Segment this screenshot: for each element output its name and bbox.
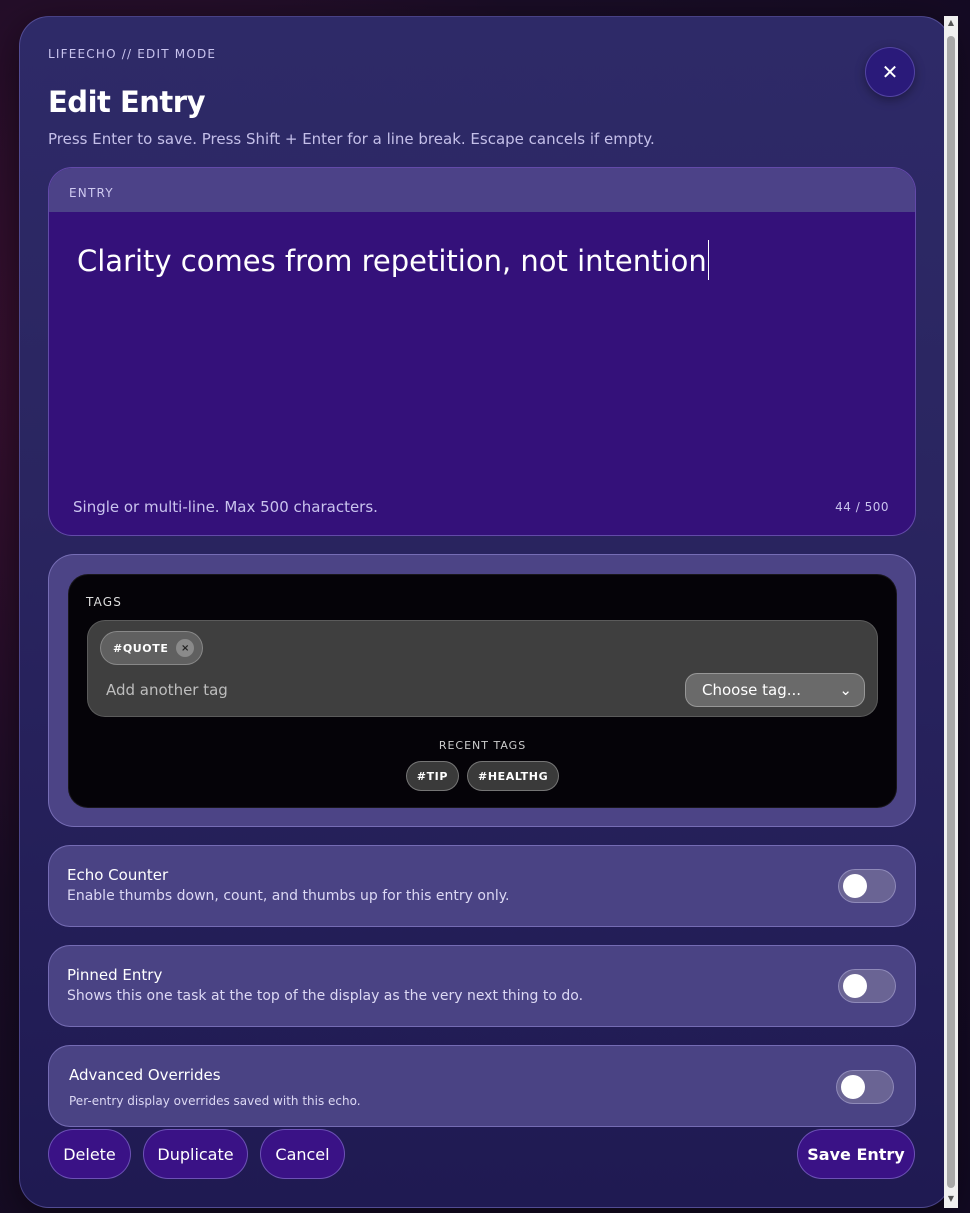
- toggle-knob: [841, 1075, 865, 1099]
- save-entry-button[interactable]: Save Entry: [797, 1129, 915, 1179]
- option-title: Echo Counter: [67, 866, 169, 884]
- delete-button[interactable]: Delete: [48, 1129, 131, 1179]
- tag-input[interactable]: Add another tag: [106, 681, 228, 699]
- chevron-down-icon: ⌄: [839, 681, 852, 699]
- tags-panel: TAGS #QUOTE × Add another tag Choose tag…: [68, 574, 897, 808]
- tag-input-box: #QUOTE × Add another tag Choose tag... ⌄: [87, 620, 878, 717]
- recent-tags-label: RECENT TAGS: [438, 739, 527, 752]
- text-caret: [707, 240, 709, 280]
- option-title: Pinned Entry: [67, 966, 163, 984]
- character-count: 44 / 500: [835, 500, 889, 514]
- tag-chip-label: #QUOTE: [113, 641, 169, 655]
- keyboard-hint: Press Enter to save. Press Shift + Enter…: [48, 130, 655, 148]
- remove-tag-icon[interactable]: ×: [176, 639, 195, 657]
- pinned-entry-toggle[interactable]: [838, 969, 896, 1003]
- tags-section: TAGS #QUOTE × Add another tag Choose tag…: [48, 554, 916, 827]
- tags-label: TAGS: [86, 595, 123, 609]
- page-title: Edit Entry: [48, 85, 206, 119]
- entry-card: ENTRY Clarity comes from repetition, not…: [48, 167, 916, 536]
- scroll-up-icon[interactable]: ▲: [946, 18, 956, 27]
- duplicate-button[interactable]: Duplicate: [143, 1129, 248, 1179]
- close-icon: ✕: [881, 60, 899, 84]
- recent-tags-list: #TIP #HEALTHG: [69, 761, 896, 791]
- entry-help-text: Single or multi-line. Max 500 characters…: [73, 498, 378, 516]
- tag-chip-quote: #QUOTE ×: [100, 631, 204, 665]
- close-button[interactable]: ✕: [865, 47, 915, 97]
- scroll-down-icon[interactable]: ▼: [946, 1194, 956, 1203]
- option-title: Advanced Overrides: [69, 1066, 221, 1084]
- toggle-knob: [843, 974, 867, 998]
- option-description: Enable thumbs down, count, and thumbs up…: [67, 888, 510, 904]
- recent-tag-tip[interactable]: #TIP: [405, 761, 460, 791]
- echo-counter-toggle[interactable]: [838, 869, 896, 903]
- scrollbar-thumb[interactable]: [947, 36, 955, 1188]
- edit-entry-modal: LIFEECHO // EDIT MODE Edit Entry Press E…: [19, 16, 951, 1208]
- toggle-knob: [843, 874, 867, 898]
- tag-select-value: Choose tag...: [702, 681, 802, 699]
- option-description: Per-entry display overrides saved with t…: [69, 1094, 361, 1108]
- scrollbar[interactable]: ▲ ▼: [944, 16, 958, 1208]
- advanced-overrides-option: Advanced Overrides Per-entry display ove…: [48, 1045, 916, 1127]
- advanced-overrides-toggle[interactable]: [836, 1070, 894, 1104]
- entry-text-value: Clarity comes from repetition, not inten…: [77, 244, 707, 278]
- echo-counter-option: Echo Counter Enable thumbs down, count, …: [48, 845, 916, 927]
- entry-textarea[interactable]: Clarity comes from repetition, not inten…: [77, 240, 709, 280]
- recent-tag-healthg[interactable]: #HEALTHG: [467, 761, 560, 791]
- option-description: Shows this one task at the top of the di…: [67, 988, 584, 1004]
- pinned-entry-option: Pinned Entry Shows this one task at the …: [48, 945, 916, 1027]
- cancel-button[interactable]: Cancel: [260, 1129, 345, 1179]
- entry-label: ENTRY: [49, 168, 915, 212]
- tag-select[interactable]: Choose tag... ⌄: [685, 673, 865, 707]
- app-eyebrow: LIFEECHO // EDIT MODE: [48, 47, 217, 61]
